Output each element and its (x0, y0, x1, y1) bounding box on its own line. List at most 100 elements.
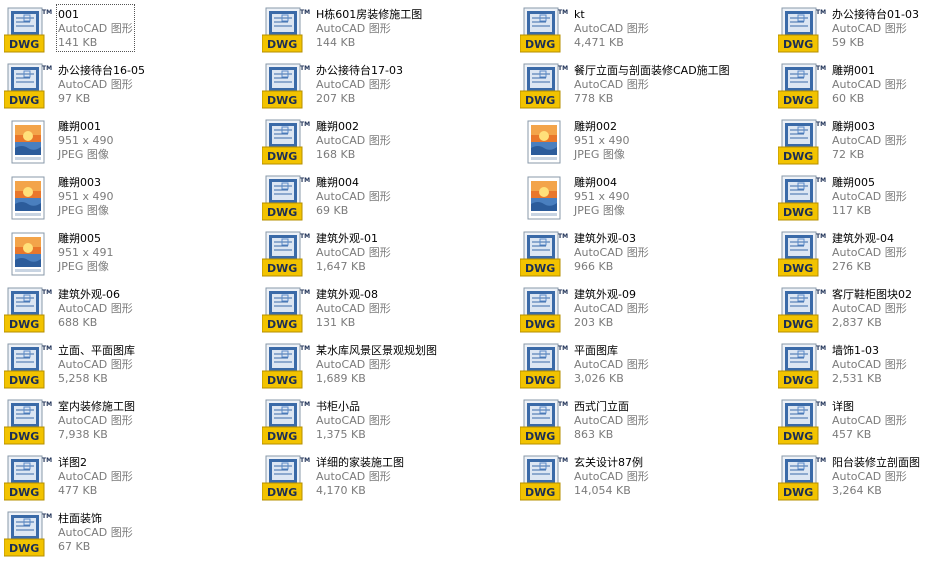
file-name: 雕朔005 (832, 176, 875, 189)
file-meta: 雕朔002 951 x 490 JPEG 图像 (574, 118, 630, 162)
file-item[interactable]: 雕朔003 951 x 490 JPEG 图像 (4, 174, 262, 226)
svg-text:DWG: DWG (9, 542, 39, 555)
svg-text:DWG: DWG (783, 94, 813, 107)
svg-text:TM: TM (300, 233, 310, 240)
svg-text:DWG: DWG (267, 206, 297, 219)
file-item[interactable]: DWG TM 详图 AutoCAD 图形 457 KB (778, 398, 951, 450)
file-item[interactable]: DWG TM 雕朔002 AutoCAD 图形 168 KB (262, 118, 520, 170)
file-item[interactable]: DWG TM 建筑外观-08 AutoCAD 图形 131 KB (262, 286, 520, 338)
file-meta: 详细的家装施工图 AutoCAD 图形 4,170 KB (316, 454, 404, 498)
dwg-file-icon: DWG TM (520, 342, 568, 390)
file-name: 立面、平面图库 (58, 344, 135, 357)
file-name: 墙饰1-03 (832, 344, 879, 357)
file-size: 4,471 KB (574, 36, 624, 49)
file-item[interactable]: DWG TM 办公接待台17-03 AutoCAD 图形 207 KB (262, 62, 520, 114)
file-item[interactable]: 雕朔002 951 x 490 JPEG 图像 (520, 118, 778, 170)
file-type: AutoCAD 图形 (832, 358, 907, 371)
file-item[interactable]: DWG TM 墙饰1-03 AutoCAD 图形 2,531 KB (778, 342, 951, 394)
file-item[interactable]: DWG TM 办公接待台16-05 AutoCAD 图形 97 KB (4, 62, 262, 114)
file-type: AutoCAD 图形 (832, 414, 907, 427)
file-item[interactable]: DWG TM 详图2 AutoCAD 图形 477 KB (4, 454, 262, 506)
file-name: 详图2 (58, 456, 87, 469)
file-size: 117 KB (832, 204, 872, 217)
file-size: JPEG 图像 (574, 204, 625, 217)
file-item[interactable]: DWG TM 阳台装修立剖面图 AutoCAD 图形 3,264 KB (778, 454, 951, 506)
file-size: 966 KB (574, 260, 614, 273)
dwg-file-icon: DWG TM (778, 454, 826, 502)
file-size: 203 KB (574, 316, 614, 329)
file-meta: 详图 AutoCAD 图形 457 KB (832, 398, 907, 442)
file-item[interactable]: DWG TM 雕朔003 AutoCAD 图形 72 KB (778, 118, 951, 170)
file-item[interactable]: 雕朔001 951 x 490 JPEG 图像 (4, 118, 262, 170)
file-type: AutoCAD 图形 (832, 470, 907, 483)
file-size: 688 KB (58, 316, 98, 329)
file-meta: 西式门立面 AutoCAD 图形 863 KB (574, 398, 649, 442)
file-item[interactable]: DWG TM 客厅鞋柜图块02 AutoCAD 图形 2,837 KB (778, 286, 951, 338)
file-name: 西式门立面 (574, 400, 629, 413)
file-item[interactable]: DWG TM 室内装修施工图 AutoCAD 图形 7,938 KB (4, 398, 262, 450)
file-name: 客厅鞋柜图块02 (832, 288, 912, 301)
file-item[interactable]: DWG TM 建筑外观-04 AutoCAD 图形 276 KB (778, 230, 951, 282)
file-item[interactable]: DWG TM 西式门立面 AutoCAD 图形 863 KB (520, 398, 778, 450)
file-item[interactable]: DWG TM 建筑外观-03 AutoCAD 图形 966 KB (520, 230, 778, 282)
svg-text:DWG: DWG (783, 486, 813, 499)
file-size: 457 KB (832, 428, 872, 441)
file-item[interactable]: DWG TM 建筑外观-01 AutoCAD 图形 1,647 KB (262, 230, 520, 282)
file-type: AutoCAD 图形 (316, 22, 391, 35)
file-name: 详图 (832, 400, 854, 413)
dwg-file-icon: DWG TM (262, 62, 310, 110)
file-item[interactable]: DWG TM 立面、平面图库 AutoCAD 图形 5,258 KB (4, 342, 262, 394)
file-type: AutoCAD 图形 (574, 302, 649, 315)
file-size: 5,258 KB (58, 372, 108, 385)
file-meta: 雕朔001 951 x 490 JPEG 图像 (58, 118, 114, 162)
file-type: AutoCAD 图形 (58, 414, 133, 427)
file-size: 207 KB (316, 92, 356, 105)
file-item[interactable]: DWG TM 雕朔001 AutoCAD 图形 60 KB (778, 62, 951, 114)
file-name: H栋601房装修施工图 (316, 8, 423, 21)
file-type: AutoCAD 图形 (316, 190, 391, 203)
file-meta: 建筑外观-03 AutoCAD 图形 966 KB (574, 230, 649, 274)
file-item[interactable]: DWG TM 书柜小品 AutoCAD 图形 1,375 KB (262, 398, 520, 450)
file-item[interactable]: DWG TM kt AutoCAD 图形 4,471 KB (520, 6, 778, 58)
svg-text:DWG: DWG (525, 38, 555, 51)
svg-text:TM: TM (300, 121, 310, 128)
file-item[interactable]: DWG TM 雕朔004 AutoCAD 图形 69 KB (262, 174, 520, 226)
file-name: 阳台装修立剖面图 (832, 456, 920, 469)
file-name: 建筑外观-03 (574, 232, 636, 245)
file-item[interactable]: DWG TM 玄关设计87例 AutoCAD 图形 14,054 KB (520, 454, 778, 506)
file-type: AutoCAD 图形 (58, 302, 133, 315)
dwg-file-icon: DWG TM (520, 6, 568, 54)
file-item[interactable]: DWG TM 001 AutoCAD 图形 141 KB (4, 4, 262, 58)
file-item[interactable]: DWG TM 雕朔005 AutoCAD 图形 117 KB (778, 174, 951, 226)
file-item[interactable]: DWG TM 平面图库 AutoCAD 图形 3,026 KB (520, 342, 778, 394)
svg-text:DWG: DWG (783, 150, 813, 163)
file-type: AutoCAD 图形 (832, 302, 907, 315)
file-item[interactable]: DWG TM 办公接待台01-03 AutoCAD 图形 59 KB (778, 6, 951, 58)
file-item[interactable]: DWG TM 详细的家装施工图 AutoCAD 图形 4,170 KB (262, 454, 520, 506)
file-meta: 雕朔003 951 x 490 JPEG 图像 (58, 174, 114, 218)
svg-text:TM: TM (558, 401, 568, 408)
file-meta: 办公接待台01-03 AutoCAD 图形 59 KB (832, 6, 919, 50)
file-name: 雕朔001 (832, 64, 875, 77)
file-name: 餐厅立面与剖面装修CAD施工图 (574, 64, 730, 77)
file-name: 雕朔003 (832, 120, 875, 133)
file-name: 雕朔001 (58, 120, 101, 133)
svg-text:TM: TM (42, 345, 52, 352)
svg-text:TM: TM (300, 401, 310, 408)
file-item[interactable]: 雕朔004 951 x 490 JPEG 图像 (520, 174, 778, 226)
file-item[interactable]: DWG TM H栋601房装修施工图 AutoCAD 图形 144 KB (262, 6, 520, 58)
file-meta: 建筑外观-06 AutoCAD 图形 688 KB (58, 286, 133, 330)
dwg-file-icon: DWG TM (4, 398, 52, 446)
file-item[interactable]: 雕朔005 951 x 491 JPEG 图像 (4, 230, 262, 282)
file-item[interactable]: DWG TM 某水库风景区景观规划图 AutoCAD 图形 1,689 KB (262, 342, 520, 394)
file-item[interactable]: DWG TM 餐厅立面与剖面装修CAD施工图 AutoCAD 图形 778 KB (520, 62, 778, 114)
file-name: 详细的家装施工图 (316, 456, 404, 469)
file-name: 建筑外观-01 (316, 232, 378, 245)
dwg-file-icon: DWG TM (262, 398, 310, 446)
file-item[interactable]: DWG TM 建筑外观-09 AutoCAD 图形 203 KB (520, 286, 778, 338)
svg-text:DWG: DWG (783, 374, 813, 387)
file-item[interactable]: DWG TM 建筑外观-06 AutoCAD 图形 688 KB (4, 286, 262, 338)
jpeg-file-icon (4, 174, 52, 222)
file-item[interactable]: DWG TM 柱面装饰 AutoCAD 图形 67 KB (4, 510, 262, 562)
dwg-file-icon: DWG TM (778, 174, 826, 222)
